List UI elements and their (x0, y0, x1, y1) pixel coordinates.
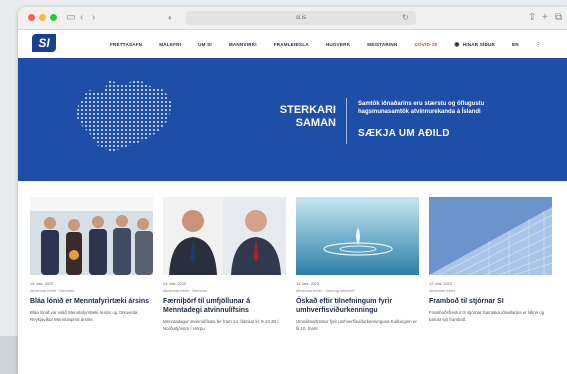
news-card-image[interactable] (429, 197, 552, 275)
join-button[interactable]: SÆKJA UM AÐILD (358, 128, 450, 139)
news-card-category: Almennar fréttir · Menntun (163, 289, 208, 293)
desktop-background (0, 336, 18, 374)
hero-headline: STERKARI SAMAN (264, 104, 336, 130)
menu-item-hinar-sidur[interactable]: ◉ HINAR SÍÐUR (454, 41, 495, 48)
zoom-window-button[interactable] (50, 14, 57, 21)
hero-description: Samtök iðnaðarins eru stærstu og öflugus… (358, 101, 485, 115)
reload-icon[interactable]: ↻ (402, 11, 409, 25)
award-people-photo (30, 197, 153, 275)
news-card-excerpt: Menntadagur atvinnulífsins fer fram 14. … (163, 319, 279, 331)
news-card-category: Almennar fréttir · Menntun (30, 289, 75, 293)
share-icon[interactable]: ⇪ (528, 11, 536, 25)
browser-window: ▭ ‹ › ◐ si.is ↻ ⇪ + ⧉ SI FRÉTTASAFN MÁLE… (18, 7, 567, 374)
news-card-category: Almennar fréttir (429, 289, 455, 293)
address-bar[interactable]: si.is (186, 11, 416, 25)
tab-overview-icon[interactable]: ⧉ (555, 11, 562, 25)
news-card-image[interactable] (163, 197, 286, 275)
privacy-shield-icon[interactable]: ◐ (168, 11, 173, 25)
search-icon[interactable]: ⌕ (536, 39, 541, 49)
portraits-photo (163, 197, 286, 275)
news-card[interactable]: 15. des. 2023 Almennar fréttir · Menntun… (30, 197, 153, 332)
minimize-window-button[interactable] (39, 14, 46, 21)
menu-item-meistarinn[interactable]: MEISTARINN (367, 42, 397, 47)
si-logo[interactable]: SI (32, 34, 56, 52)
news-card-title[interactable]: Bláa lónið er Menntafyrirtæki ársins (30, 297, 153, 306)
news-card-date: 15. des. 2023 (30, 282, 54, 286)
menu-item-malefni[interactable]: MÁLEFNI (159, 42, 181, 47)
sidebar-toggle-icon[interactable]: ▭ (66, 11, 75, 25)
menu-item-mannvirki[interactable]: MANNVIRKI (229, 42, 257, 47)
main-menu: FRÉTTASAFN MÁLEFNI UM SI MANNVIRKI FRAML… (110, 30, 541, 58)
new-tab-icon[interactable]: + (542, 11, 548, 25)
globe-icon: ◉ (454, 41, 460, 48)
news-card-image[interactable] (296, 197, 419, 275)
news-card[interactable]: 12. des. 2023 Almennar fréttir Framboð t… (429, 197, 552, 332)
hero-banner: STERKARI SAMAN Samtök iðnaðarins eru stæ… (18, 58, 567, 181)
browser-titlebar: ▭ ‹ › ◐ si.is ↻ ⇪ + ⧉ (18, 7, 567, 30)
hero-line-2: SAMAN (295, 117, 336, 129)
news-card-image[interactable] (30, 197, 153, 275)
menu-item-language-en[interactable]: EN (512, 42, 519, 47)
news-card-title[interactable]: Framboð til stjórnar SI (429, 297, 552, 306)
menu-item-um-si[interactable]: UM SI (198, 42, 212, 47)
hero-line-1: STERKARI (279, 104, 336, 116)
news-card[interactable]: 14. des. 2023 Almennar fréttir · Menntun… (163, 197, 286, 332)
close-window-button[interactable] (28, 14, 35, 21)
news-card-date: 12. des. 2023 (429, 282, 453, 286)
menu-item-hugverk[interactable]: HUGVERK (326, 42, 350, 47)
forward-icon[interactable]: › (92, 11, 95, 25)
glass-building-photo (429, 197, 552, 275)
news-cards: 15. des. 2023 Almennar fréttir · Menntun… (30, 197, 560, 332)
back-icon[interactable]: ‹ (80, 11, 83, 25)
news-card-excerpt: Bláa lónið var valið Menntafyrirtæki árs… (30, 310, 138, 322)
news-card-date: 14. des. 2023 (163, 282, 187, 286)
news-card-category: Almennar fréttir · Orka og umhverfi (296, 289, 355, 293)
iceland-map-graphic (76, 78, 172, 152)
site-header: SI FRÉTTASAFN MÁLEFNI UM SI MANNVIRKI FR… (18, 30, 567, 59)
menu-item-frettasafn[interactable]: FRÉTTASAFN (110, 42, 142, 47)
hero-divider (346, 98, 347, 144)
news-card-title[interactable]: Óskað eftir tilnefningum fyrir umhverfis… (296, 297, 419, 315)
news-card-date: 13. des. 2023 (296, 282, 320, 286)
menu-item-covid[interactable]: COVID-19 (414, 42, 437, 47)
news-card-excerpt: Umsóknarfrestur fyrir umhverfisviðurkenn… (296, 319, 417, 331)
water-drop-photo (296, 197, 419, 275)
news-card-title[interactable]: Færniþörf til umfjöllunar á Menntadegi a… (163, 297, 286, 315)
news-card-excerpt: Framboðsfrestur til stjórnar Samtaka iðn… (429, 310, 545, 322)
news-card[interactable]: 13. des. 2023 Almennar fréttir · Orka og… (296, 197, 419, 332)
menu-item-framleidsla[interactable]: FRAMLEIÐSLA (274, 42, 309, 47)
